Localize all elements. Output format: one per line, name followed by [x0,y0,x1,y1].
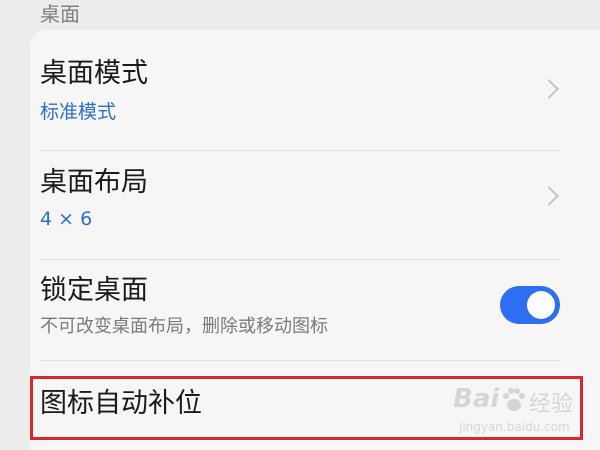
desktop-layout-title: 桌面布局 [40,167,148,198]
toggle-knob [527,291,555,319]
desktop-layout-value: 4 × 6 [40,208,93,230]
baidu-jingyan-watermark: Bai 经验 jingyan.baidu.com [445,382,595,442]
divider [40,259,560,260]
lock-desktop-description: 不可改变桌面布局，删除或移动图标 [40,316,328,337]
chevron-right-icon [539,186,559,206]
setting-row-lock-desktop: 锁定桌面 不可改变桌面布局，删除或移动图标 [40,275,580,345]
divider [40,360,560,361]
chevron-right-icon [539,79,559,99]
paw-icon [503,388,525,411]
settings-screen: 桌面 桌面模式 标准模式 桌面布局 4 × 6 锁定桌面 不可改变桌面布局，删除… [0,0,600,450]
desktop-mode-value: 标准模式 [40,101,117,123]
setting-row-desktop-mode[interactable]: 桌面模式 标准模式 [40,58,580,132]
section-header-desktop: 桌面 [40,2,80,26]
watermark-brand-suffix: 经验 [529,392,574,417]
lock-desktop-toggle[interactable] [500,286,560,324]
watermark-url: jingyan.baidu.com [459,420,570,434]
lock-desktop-title: 锁定桌面 [40,275,148,306]
divider [40,150,560,151]
desktop-mode-title: 桌面模式 [40,58,148,89]
watermark-brand: Bai [453,384,500,414]
setting-row-desktop-layout[interactable]: 桌面布局 4 × 6 [40,167,580,241]
